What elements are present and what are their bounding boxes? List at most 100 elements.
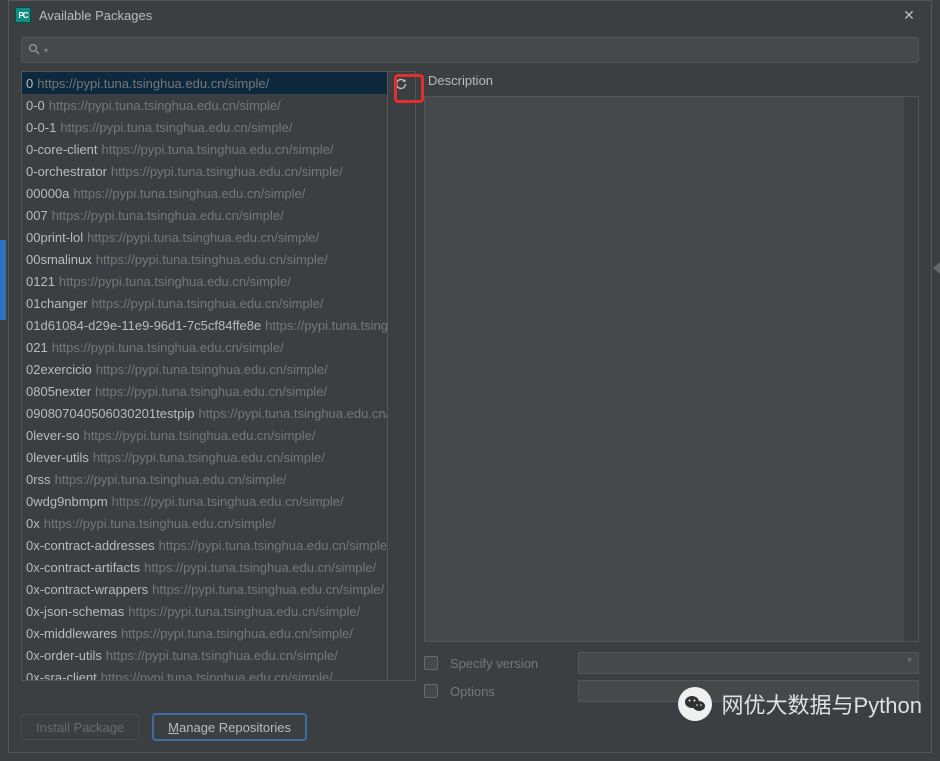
package-row[interactable]: 007https://pypi.tuna.tsinghua.edu.cn/sim… bbox=[22, 204, 387, 226]
package-row[interactable]: 0x-sra-clienthttps://pypi.tuna.tsinghua.… bbox=[22, 666, 387, 681]
package-list[interactable]: 0 https://pypi.tuna.tsinghua.edu.cn/simpl… bbox=[21, 71, 388, 681]
package-repo-url: https://pypi.tuna.tsinghua.edu.cn/simple… bbox=[73, 186, 305, 201]
search-input[interactable] bbox=[52, 43, 912, 58]
package-row[interactable]: 0-orchestratorhttps://pypi.tuna.tsinghua… bbox=[22, 160, 387, 182]
ide-right-caret bbox=[933, 262, 940, 274]
refresh-icon bbox=[394, 77, 408, 94]
package-row[interactable]: 0lever-utilshttps://pypi.tuna.tsinghua.e… bbox=[22, 446, 387, 468]
specify-version-checkbox[interactable] bbox=[424, 656, 438, 670]
package-repo-url: https://pypi.tuna.tsinghua.edu.cn/simple… bbox=[159, 538, 388, 553]
package-name: 0wdg9nbmpm bbox=[26, 494, 112, 509]
package-name: 0 bbox=[26, 76, 37, 91]
package-name: 02exercicio bbox=[26, 362, 96, 377]
package-repo-url: https://pypi.tuna.tsinghua.edu.cn/simple… bbox=[60, 120, 292, 135]
package-repo-url: https://pypi.tuna.tsinghua.edu.cn/simple… bbox=[106, 648, 338, 663]
refresh-button[interactable] bbox=[388, 72, 414, 98]
package-row[interactable]: 0-0https://pypi.tuna.tsinghua.edu.cn/sim… bbox=[22, 94, 387, 116]
package-repo-url: https://pypi.tuna.tsinghua.edu.cn/simple… bbox=[52, 340, 284, 355]
package-name: 00smalinux bbox=[26, 252, 96, 267]
package-repo-url: https://pypi.tuna.tsinghua.edu.cn/simple… bbox=[93, 450, 325, 465]
package-row[interactable]: 0x-contract-wrappershttps://pypi.tuna.ts… bbox=[22, 578, 387, 600]
package-row[interactable]: 02exerciciohttps://pypi.tuna.tsinghua.ed… bbox=[22, 358, 387, 380]
dialog-content: ▾ 0 https://pypi.tuna.tsinghua.edu.cn/sim… bbox=[9, 29, 931, 752]
package-repo-url: https://pypi.tuna.tsinghua.edu.cn/simple… bbox=[87, 230, 319, 245]
package-row[interactable]: 0lever-sohttps://pypi.tuna.tsinghua.edu.… bbox=[22, 424, 387, 446]
version-select[interactable] bbox=[578, 652, 919, 674]
package-name: 0-core-client bbox=[26, 142, 102, 157]
package-repo-url: https://pypi.tuna.tsinghua.edu.cn/simple… bbox=[112, 494, 344, 509]
description-scrollbar[interactable] bbox=[904, 97, 918, 641]
options-input[interactable] bbox=[578, 680, 919, 702]
package-name: 0x-contract-wrappers bbox=[26, 582, 152, 597]
package-row[interactable]: 021https://pypi.tuna.tsinghua.edu.cn/sim… bbox=[22, 336, 387, 358]
right-column: Description Specify version Options bbox=[424, 71, 919, 702]
options-label: Options bbox=[450, 684, 570, 699]
package-row[interactable]: 00smalinuxhttps://pypi.tuna.tsinghua.edu… bbox=[22, 248, 387, 270]
package-row[interactable]: 0x-middlewareshttps://pypi.tuna.tsinghua… bbox=[22, 622, 387, 644]
package-repo-url: https://pypi.tuna.tsinghua.edu.cn/simple… bbox=[152, 582, 384, 597]
package-repo-url: https://pypi.tuna.tsinghua.edu.cn/simple… bbox=[144, 560, 376, 575]
pycharm-icon: PC bbox=[15, 7, 31, 23]
window-title: Available Packages bbox=[39, 8, 885, 23]
package-row[interactable]: 0xhttps://pypi.tuna.tsinghua.edu.cn/simp… bbox=[22, 512, 387, 534]
package-name: 01d61084-d29e-11e9-96d1-7c5cf84ffe8e bbox=[26, 318, 265, 333]
package-row[interactable]: 0rsshttps://pypi.tuna.tsinghua.edu.cn/si… bbox=[22, 468, 387, 490]
package-repo-url: https://pypi.tuna.tsinghua.edu.cn/simple… bbox=[198, 406, 388, 421]
package-name: 021 bbox=[26, 340, 52, 355]
package-row[interactable]: 0x-json-schemashttps://pypi.tuna.tsinghu… bbox=[22, 600, 387, 622]
search-dropdown-icon[interactable]: ▾ bbox=[44, 46, 48, 55]
package-row[interactable]: 0wdg9nbmpmhttps://pypi.tuna.tsinghua.edu… bbox=[22, 490, 387, 512]
search-field[interactable]: ▾ bbox=[21, 37, 919, 63]
package-row[interactable]: 0805nexterhttps://pypi.tuna.tsinghua.edu… bbox=[22, 380, 387, 402]
install-package-button[interactable]: Install Package bbox=[21, 714, 139, 740]
package-name: 00000a bbox=[26, 186, 73, 201]
package-row[interactable]: 0x-order-utilshttps://pypi.tuna.tsinghua… bbox=[22, 644, 387, 666]
package-name: 0x-json-schemas bbox=[26, 604, 128, 619]
package-name: 0-orchestrator bbox=[26, 164, 111, 179]
package-repo-url: https://pypi.tuna.tsinghua.edu.cn/simple… bbox=[55, 472, 287, 487]
package-name: 0-0 bbox=[26, 98, 49, 113]
package-name: 0x-middlewares bbox=[26, 626, 121, 641]
package-row[interactable]: 00000ahttps://pypi.tuna.tsinghua.edu.cn/… bbox=[22, 182, 387, 204]
available-packages-dialog: PC Available Packages ✕ ▾ 0 https://pypi.… bbox=[8, 0, 932, 753]
package-repo-url: https://pypi.tuna.tsinghua.edu.cn/simple… bbox=[49, 98, 281, 113]
package-name: 0x-contract-addresses bbox=[26, 538, 159, 553]
package-repo-url: https://pypi.tuna.tsinghua.edu.cn/simple… bbox=[121, 626, 353, 641]
package-name: 007 bbox=[26, 208, 52, 223]
ide-left-gutter bbox=[0, 240, 6, 320]
package-row[interactable]: 090807040506030201testpiphttps://pypi.tu… bbox=[22, 402, 387, 424]
package-row[interactable]: 0https://pypi.tuna.tsinghua.edu.cn/simpl… bbox=[22, 72, 387, 94]
package-repo-url: https://pypi.tuna.tsinghua.edu.cn/simple… bbox=[102, 142, 334, 157]
dialog-buttons: Install Package Manage Repositories bbox=[21, 710, 919, 740]
close-button[interactable]: ✕ bbox=[893, 7, 925, 24]
specify-version-label: Specify version bbox=[450, 656, 570, 671]
package-repo-url: https://pypi.tuna.tsinghua.edu.cn/simple… bbox=[265, 318, 388, 333]
package-name: 090807040506030201testpip bbox=[26, 406, 198, 421]
package-row[interactable]: 0121https://pypi.tuna.tsinghua.edu.cn/si… bbox=[22, 270, 387, 292]
package-repo-url: https://pypi.tuna.tsinghua.edu.cn/simple… bbox=[96, 362, 328, 377]
package-repo-url: https://pypi.tuna.tsinghua.edu.cn/simple… bbox=[111, 164, 343, 179]
package-name: 0121 bbox=[26, 274, 59, 289]
package-repo-url: https://pypi.tuna.tsinghua.edu.cn/simple… bbox=[52, 208, 284, 223]
package-row[interactable]: 0x-contract-artifactshttps://pypi.tuna.t… bbox=[22, 556, 387, 578]
package-repo-url: https://pypi.tuna.tsinghua.edu.cn/simple… bbox=[95, 384, 327, 399]
package-row[interactable]: 0x-contract-addresseshttps://pypi.tuna.t… bbox=[22, 534, 387, 556]
package-row[interactable]: 0-core-clienthttps://pypi.tuna.tsinghua.… bbox=[22, 138, 387, 160]
package-row[interactable]: 0-0-1https://pypi.tuna.tsinghua.edu.cn/s… bbox=[22, 116, 387, 138]
package-repo-url: https://pypi.tuna.tsinghua.edu.cn/simple… bbox=[37, 76, 269, 91]
package-name: 00print-lol bbox=[26, 230, 87, 245]
package-row[interactable]: 00print-lolhttps://pypi.tuna.tsinghua.ed… bbox=[22, 226, 387, 248]
package-repo-url: https://pypi.tuna.tsinghua.edu.cn/simple… bbox=[44, 516, 276, 531]
package-row[interactable]: 01changerhttps://pypi.tuna.tsinghua.edu.… bbox=[22, 292, 387, 314]
package-name: 0x bbox=[26, 516, 44, 531]
package-name: 0-0-1 bbox=[26, 120, 60, 135]
main-columns: 0 https://pypi.tuna.tsinghua.edu.cn/simpl… bbox=[21, 71, 919, 702]
package-row[interactable]: 01d61084-d29e-11e9-96d1-7c5cf84ffe8ehttp… bbox=[22, 314, 387, 336]
package-name: 0lever-so bbox=[26, 428, 83, 443]
install-options: Specify version Options bbox=[424, 652, 919, 702]
manage-repositories-label: Manage Repositories bbox=[168, 720, 291, 735]
package-name: 0rss bbox=[26, 472, 55, 487]
options-checkbox[interactable] bbox=[424, 684, 438, 698]
package-repo-url: https://pypi.tuna.tsinghua.edu.cn/simple… bbox=[91, 296, 323, 311]
manage-repositories-button[interactable]: Manage Repositories bbox=[153, 714, 306, 740]
